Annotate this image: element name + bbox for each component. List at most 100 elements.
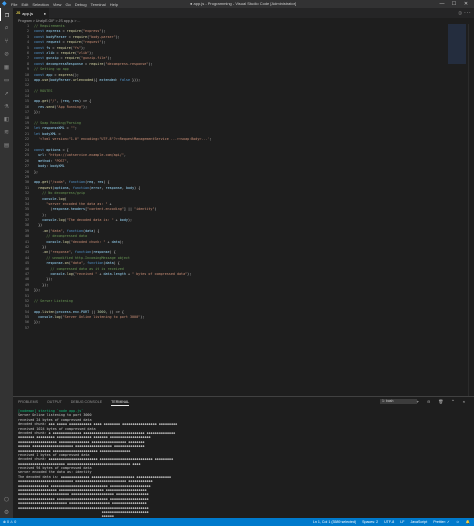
window-title: ● app.js - Programming - Visual Studio C… [190, 1, 297, 6]
database-icon[interactable]: ≋ [0, 125, 13, 138]
code-token: const [34, 56, 47, 61]
code-token: "Server Online listening to port 3000" [62, 315, 141, 320]
code-token: "body-parser" [89, 34, 116, 39]
code-token: require [64, 56, 79, 61]
menu-selection[interactable]: Selection [32, 2, 48, 7]
status-item[interactable]: LF [400, 520, 404, 524]
status-item[interactable]: 🔔 [466, 520, 470, 524]
code-token: "response" [50, 250, 71, 255]
code-token: ( [34, 207, 53, 212]
status-item[interactable]: Prettier: ✓ [433, 520, 450, 524]
minimap[interactable] [448, 24, 466, 64]
code-editor[interactable]: 1 2 3 4 5 6 7 8 9 10 11 12 13 14 15 16 17 18 19 20 21 22 23 24 2… [13, 24, 474, 396]
code-token: ) { [109, 250, 116, 255]
code-token: " bytes of compressed data" [132, 271, 188, 276]
test-icon[interactable]: ⚗ [0, 99, 13, 112]
code-token: bodyXML [50, 164, 65, 169]
code-token: require [66, 29, 81, 34]
panel-action-icons[interactable]: + ⊟ 🗑 ^ ✕ [417, 399, 468, 404]
code-token: "request" [83, 40, 102, 45]
extensions-icon[interactable]: ▦ [0, 60, 13, 73]
minimize-button[interactable]: — [436, 0, 448, 8]
menu-view[interactable]: View [53, 2, 62, 7]
split-editor-icon[interactable]: ◫ [459, 10, 461, 15]
tab-app-js[interactable]: JS app.js ● [13, 8, 49, 18]
terminal-selector[interactable]: 1: bash [380, 399, 417, 404]
code-token: data [111, 239, 120, 244]
editor-scrollbar[interactable] [468, 24, 474, 396]
panel-tab-terminal[interactable]: TERMINAL [111, 398, 130, 406]
code-token: process [56, 309, 71, 314]
code-token: body [119, 218, 128, 223]
code-token: '<?xml version="1.0" encoding="UTF-8"?><… [38, 137, 210, 142]
status-item[interactable]: ☺ [456, 520, 460, 524]
code-token: ; [74, 126, 77, 131]
menu-help[interactable]: Help [110, 2, 118, 7]
maximize-button[interactable]: ☐ [448, 0, 460, 8]
unsaved-dot-icon[interactable]: ● [44, 11, 46, 16]
code-token: response [46, 261, 63, 266]
code-token: options [54, 185, 69, 190]
menu-terminal[interactable]: Terminal [91, 2, 106, 7]
code-token: require [56, 45, 71, 50]
code-token: response [52, 207, 69, 212]
menu-edit[interactable]: Edit [21, 2, 28, 7]
debug-icon[interactable]: ⊘ [0, 47, 13, 60]
window-controls: — ☐ ✕ [436, 0, 472, 8]
menu-file[interactable]: File [11, 2, 17, 7]
status-item[interactable]: Ln 1, Col 1 (3589 selected) [313, 520, 356, 524]
search-icon[interactable]: ⌕ [0, 21, 13, 34]
code-token: ); [101, 40, 106, 45]
code-token: ) { [93, 228, 100, 233]
code-token: "gunzip-file" [80, 56, 108, 61]
code-token: // Server Listening [34, 298, 73, 303]
code-token: // Setting up app [34, 67, 69, 72]
bookmarks-icon[interactable]: ▤ [0, 138, 13, 151]
source-control-icon[interactable]: ⑂ [0, 34, 13, 47]
close-button[interactable]: ✕ [460, 0, 472, 8]
code-token: ); [127, 218, 133, 223]
code-token: require [66, 40, 81, 45]
status-item[interactable]: Spaces: 2 [362, 520, 378, 524]
code-token: response [105, 185, 122, 190]
code-token: console [38, 315, 53, 320]
panel-tab-debug-console[interactable]: DEBUG CONSOLE [71, 398, 102, 406]
code-token: ); [34, 212, 47, 217]
code-token: headers [70, 207, 86, 212]
status-item[interactable]: UTF-8 [384, 520, 394, 524]
explorer-icon[interactable]: ❐ [0, 8, 13, 21]
code-token: const [34, 29, 47, 34]
remote-explorer-icon[interactable]: ▭ [0, 73, 13, 86]
live-share-icon[interactable]: ↗ [0, 86, 13, 99]
code-token: "express" [83, 29, 102, 34]
panel-tab-problems[interactable]: PROBLEMS [18, 398, 38, 406]
code-token: const [34, 45, 47, 50]
code-token: ) => { [78, 99, 92, 104]
panel-tab-output[interactable]: OUTPUT [47, 398, 62, 406]
code-token: const [34, 147, 47, 152]
code-token: function [72, 185, 90, 190]
code-token: "received " [74, 271, 98, 276]
menu-debug[interactable]: Debug [75, 2, 87, 7]
docker-icon[interactable]: ◧ [0, 112, 13, 125]
code-token: response [93, 250, 110, 255]
settings-gear-icon[interactable]: ⚙ [0, 505, 13, 518]
menu-go[interactable]: Go [65, 2, 70, 7]
code-token: // Requirements [34, 24, 65, 28]
vscode-logo-icon: ◆ [2, 1, 7, 7]
code-token: ); [83, 104, 88, 109]
code-line[interactable] [34, 326, 434, 331]
problems-status[interactable]: ⊗ 0 ⚠ 0 [3, 520, 16, 524]
more-actions-icon[interactable]: ··· [464, 10, 471, 15]
status-item[interactable]: JavaScript [410, 520, 427, 524]
code-area[interactable]: // Requirements const express = require("… [34, 24, 434, 331]
terminal-output[interactable]: [nodemon] starting `node app.js` Server O… [18, 409, 470, 523]
code-token: const [34, 40, 47, 45]
code-token: "POST" [54, 158, 67, 163]
account-icon[interactable]: ◯ [0, 492, 13, 505]
